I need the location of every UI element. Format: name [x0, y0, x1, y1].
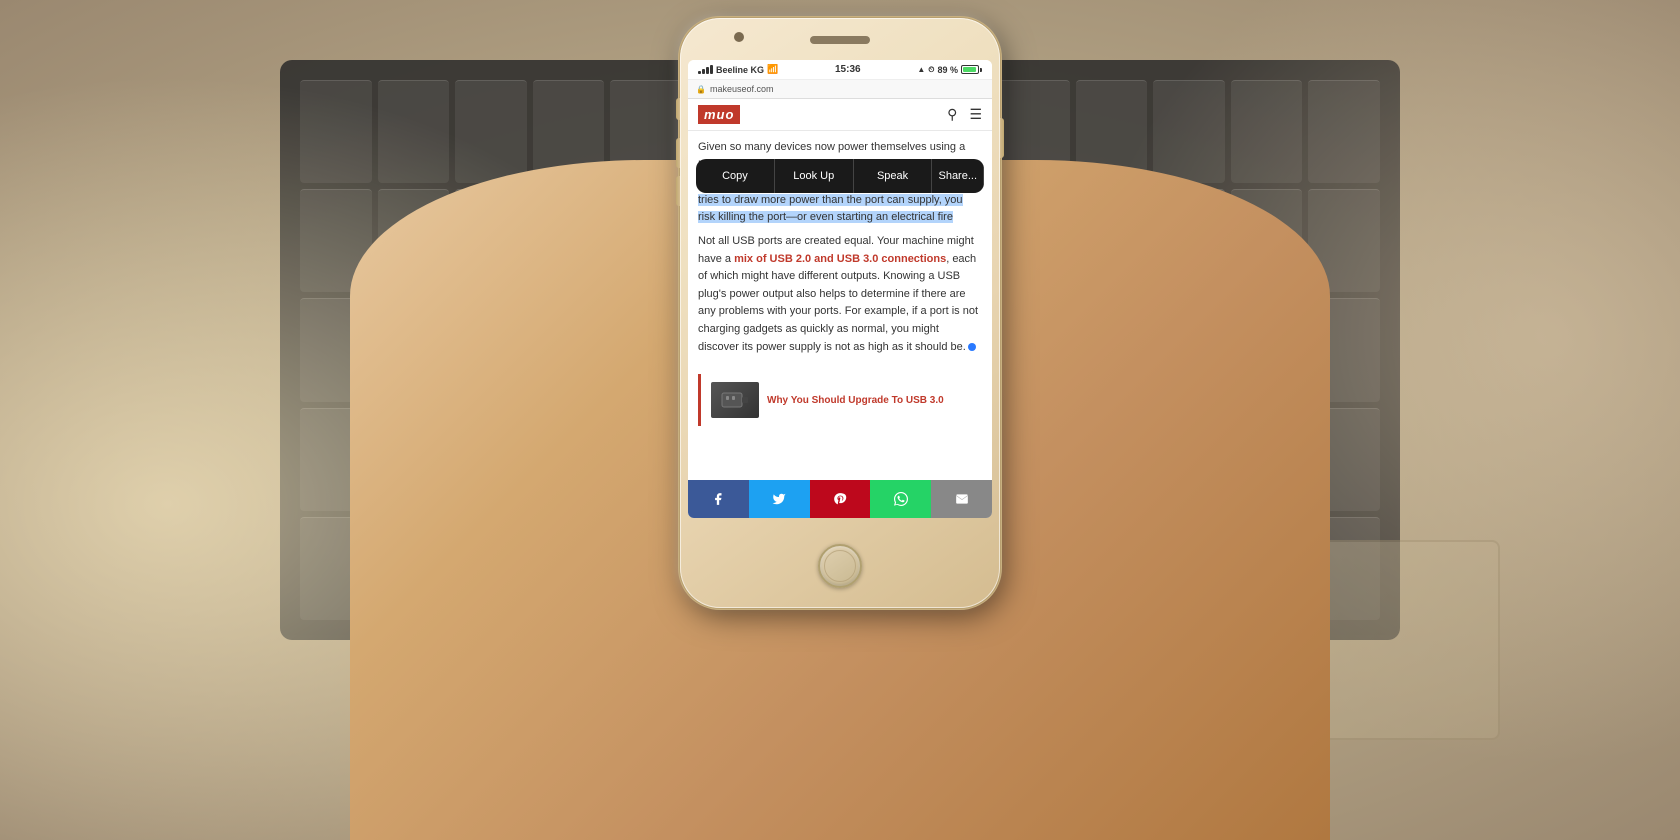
- url-text[interactable]: makeuseof.com: [710, 84, 774, 94]
- hamburger-menu-icon[interactable]: ☰: [969, 106, 982, 123]
- article-area: Copy Look Up Speak Share... Given so man…: [688, 131, 992, 368]
- iphone-screen[interactable]: Beeline KG 📶 15:36 ▲ ⏲ 89 %: [688, 60, 992, 518]
- twitter-icon: [772, 492, 786, 506]
- pinterest-share-button[interactable]: [810, 480, 871, 518]
- related-thumbnail: [711, 382, 759, 418]
- earpiece-speaker: [810, 36, 870, 44]
- battery-body: [961, 65, 979, 74]
- email-icon: [955, 492, 969, 506]
- whatsapp-share-button[interactable]: [870, 480, 931, 518]
- front-camera: [734, 32, 744, 42]
- text-cursor-dot: [968, 343, 976, 351]
- related-thumb-image: [711, 382, 759, 418]
- ssl-lock-icon: 🔒: [696, 85, 706, 94]
- volume-up-button[interactable]: [676, 138, 680, 168]
- clock: 15:36: [835, 64, 861, 75]
- alarm-icon: ⏲: [928, 65, 934, 75]
- home-button[interactable]: [818, 544, 862, 588]
- whatsapp-icon: [894, 492, 908, 506]
- pinterest-icon: [833, 492, 847, 506]
- nav-icons: ⚲ ☰: [947, 106, 982, 123]
- volume-down-button[interactable]: [676, 176, 680, 206]
- email-share-button[interactable]: [931, 480, 992, 518]
- social-share-bar: [688, 480, 992, 518]
- twitter-share-button[interactable]: [749, 480, 810, 518]
- status-right: ▲ ⏲ 89 %: [917, 65, 982, 75]
- related-article-title[interactable]: Why You Should Upgrade To USB 3.0: [767, 394, 944, 407]
- search-icon[interactable]: ⚲: [947, 106, 957, 123]
- context-menu-copy[interactable]: Copy: [696, 159, 775, 193]
- power-button[interactable]: [1000, 118, 1004, 158]
- status-bar: Beeline KG 📶 15:36 ▲ ⏲ 89 %: [688, 60, 992, 80]
- context-menu-lookup[interactable]: Look Up: [775, 159, 854, 193]
- mute-button[interactable]: [676, 98, 680, 120]
- battery-fill: [963, 67, 976, 72]
- address-bar[interactable]: 🔒 makeuseof.com: [688, 80, 992, 99]
- usb-icon: [720, 389, 750, 411]
- iphone-frame: Beeline KG 📶 15:36 ▲ ⏲ 89 %: [680, 18, 1000, 608]
- signal-bar-3: [706, 67, 709, 74]
- battery-icon: [961, 65, 982, 74]
- site-nav-bar: muo ⚲ ☰: [688, 99, 992, 131]
- article-text-p2-end: , each of which might have different out…: [698, 253, 978, 353]
- iphone-device: Beeline KG 📶 15:36 ▲ ⏲ 89 %: [680, 18, 1000, 608]
- carrier-name: Beeline KG: [716, 65, 764, 75]
- related-article[interactable]: Why You Should Upgrade To USB 3.0: [698, 374, 982, 426]
- signal-bars: [698, 65, 713, 74]
- home-button-ring: [824, 550, 856, 582]
- signal-bar-4: [710, 65, 713, 74]
- status-left: Beeline KG 📶: [698, 64, 778, 75]
- facebook-icon: [711, 492, 725, 506]
- context-menu: Copy Look Up Speak Share...: [696, 159, 984, 193]
- article-paragraph-2: Not all USB ports are created equal. You…: [698, 233, 982, 356]
- signal-bar-2: [702, 69, 705, 74]
- muo-logo[interactable]: muo: [698, 105, 740, 124]
- battery-tip: [980, 68, 982, 72]
- wifi-icon: 📶: [767, 64, 778, 75]
- context-menu-speak[interactable]: Speak: [854, 159, 933, 193]
- signal-bar-1: [698, 71, 701, 74]
- context-menu-share[interactable]: Share...: [932, 159, 984, 193]
- article-link-usb[interactable]: mix of USB 2.0 and USB 3.0 connections: [734, 253, 946, 265]
- location-icon: ▲: [917, 65, 925, 74]
- facebook-share-button[interactable]: [688, 480, 749, 518]
- battery-percent: 89 %: [937, 65, 958, 75]
